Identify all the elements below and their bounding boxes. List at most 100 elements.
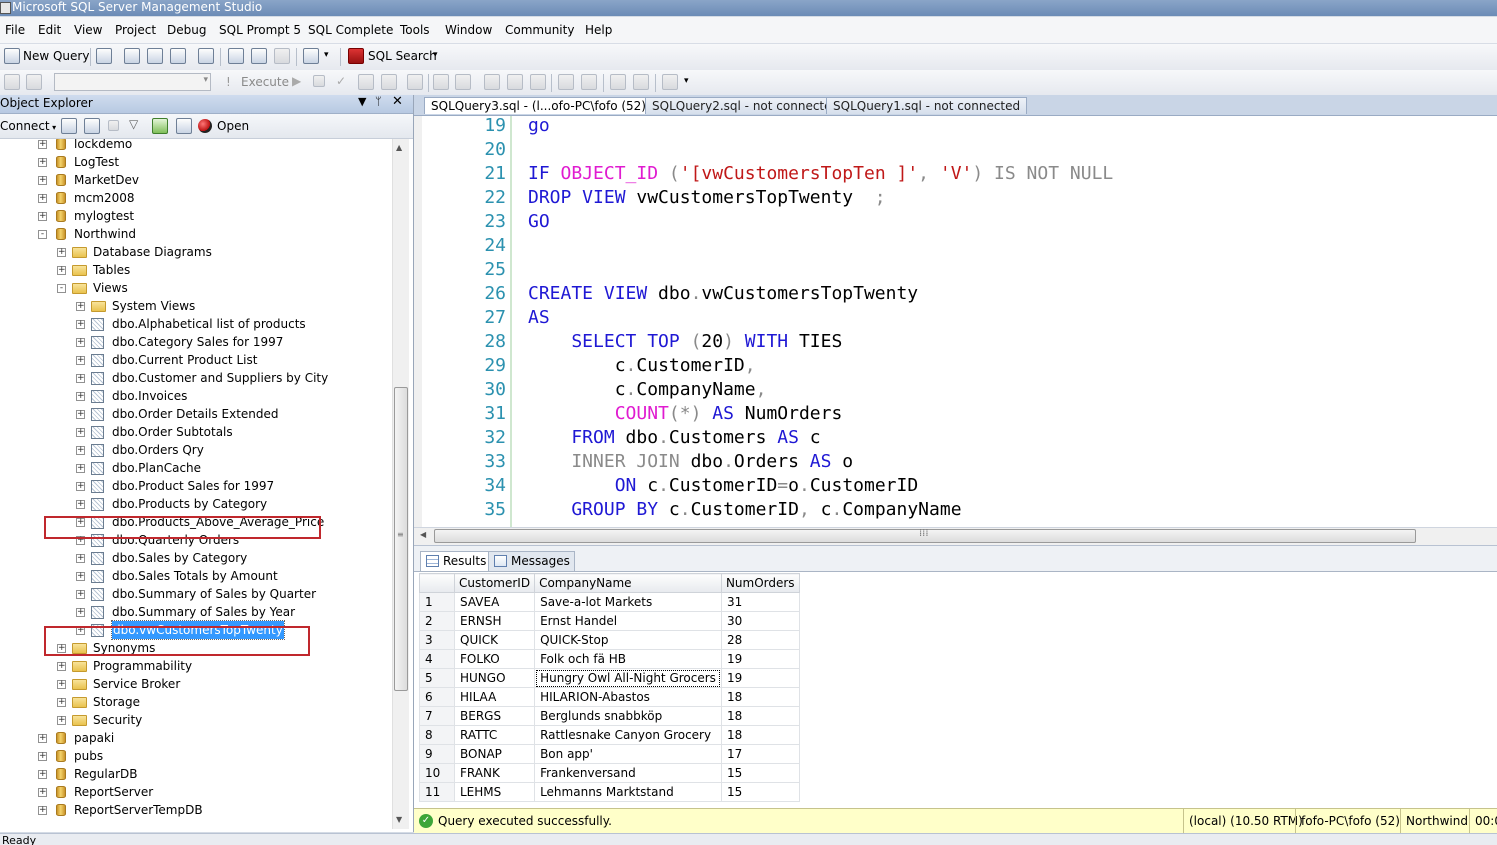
grid-cell[interactable]: 15: [720, 782, 800, 802]
expand-icon[interactable]: +: [76, 482, 85, 491]
scroll-down-icon[interactable]: ▼: [396, 815, 402, 824]
menu-window[interactable]: Window: [445, 23, 492, 37]
row-number-header[interactable]: [419, 573, 455, 593]
expand-icon[interactable]: +: [57, 680, 66, 689]
expand-icon[interactable]: +: [76, 608, 85, 617]
client-statistics-icon[interactable]: [484, 74, 500, 90]
expand-icon[interactable]: +: [76, 320, 85, 329]
menu-debug[interactable]: Debug: [167, 23, 206, 37]
tree-node[interactable]: + dbo.Orders Qry: [0, 441, 390, 459]
dmx-query-icon[interactable]: [170, 48, 186, 64]
sql-search-object-icon[interactable]: [176, 118, 192, 134]
database-engine-query-icon[interactable]: [96, 48, 112, 64]
tree-node[interactable]: + RegularDB: [0, 765, 390, 783]
grid-cell[interactable]: 30: [720, 611, 800, 631]
menu-sql-complete[interactable]: SQL Complete: [308, 23, 393, 37]
expand-icon[interactable]: +: [38, 806, 47, 815]
tree-node[interactable]: + System Views: [0, 297, 390, 315]
grid-cell[interactable]: Berglunds snabbköp: [534, 706, 722, 726]
tree-node[interactable]: - Northwind: [0, 225, 390, 243]
grid-cell[interactable]: BONAP: [453, 744, 536, 764]
tree-node[interactable]: + mylogtest: [0, 207, 390, 225]
menu-project[interactable]: Project: [115, 23, 156, 37]
tree-node[interactable]: + dbo.Order Details Extended: [0, 405, 390, 423]
grid-cell[interactable]: 19: [720, 649, 800, 669]
grid-cell[interactable]: LEHMS: [453, 782, 536, 802]
grid-cell[interactable]: 31: [720, 592, 800, 612]
change-connection-icon[interactable]: [26, 74, 42, 90]
scrollbar-thumb[interactable]: ⁞⁞⁞: [434, 528, 1416, 543]
menu-tools[interactable]: Tools: [400, 23, 430, 37]
grid-cell[interactable]: RATTC: [453, 725, 536, 745]
mdx-query-icon[interactable]: [147, 48, 163, 64]
row-number-cell[interactable]: 3: [419, 630, 455, 650]
grid-cell[interactable]: HILAA: [453, 687, 536, 707]
toolbar-overflow-icon[interactable]: ▾: [433, 50, 438, 60]
row-number-cell[interactable]: 6: [419, 687, 455, 707]
tree-node[interactable]: + dbo.Sales by Category: [0, 549, 390, 567]
tree-node[interactable]: + dbo.PlanCache: [0, 459, 390, 477]
tree-node[interactable]: - Views: [0, 279, 390, 297]
expand-icon[interactable]: +: [57, 716, 66, 725]
pin-icon[interactable]: ᛘ: [375, 95, 382, 108]
grid-cell[interactable]: 18: [720, 687, 800, 707]
menu-edit[interactable]: Edit: [38, 23, 61, 37]
grid-cell[interactable]: Bon app': [534, 744, 722, 764]
row-number-cell[interactable]: 2: [419, 611, 455, 631]
disconnect-icon[interactable]: [84, 118, 100, 134]
grid-cell[interactable]: 28: [720, 630, 800, 650]
column-header[interactable]: CompanyName: [534, 573, 722, 593]
tree-node[interactable]: + papaki: [0, 729, 390, 747]
tree-node[interactable]: + lockdemo: [0, 139, 390, 153]
tree-node[interactable]: + dbo.Summary of Sales by Year: [0, 603, 390, 621]
object-explorer-scrollbar[interactable]: ▲ ≡ ▼: [392, 139, 409, 829]
tree-node[interactable]: + ReportServerTempDB: [0, 801, 390, 819]
tree-node[interactable]: + dbo.Alphabetical list of products: [0, 315, 390, 333]
expand-icon[interactable]: +: [38, 140, 47, 149]
cancel-query-icon[interactable]: [313, 75, 325, 87]
available-databases-dropdown[interactable]: ▾: [54, 73, 211, 91]
grid-cell[interactable]: Rattlesnake Canyon Grocery: [534, 725, 722, 745]
grid-cell[interactable]: HILARION-Abastos: [534, 687, 722, 707]
query-designer-icon[interactable]: [381, 74, 397, 90]
expand-icon[interactable]: +: [38, 734, 47, 743]
tree-node[interactable]: + dbo.Order Subtotals: [0, 423, 390, 441]
connect-icon[interactable]: [4, 74, 20, 90]
grid-cell[interactable]: Ernst Handel: [534, 611, 722, 631]
column-header[interactable]: NumOrders: [720, 573, 800, 593]
expand-icon[interactable]: +: [76, 374, 85, 383]
grid-cell[interactable]: QUICK: [453, 630, 536, 650]
column-header[interactable]: CustomerID: [453, 573, 536, 593]
results-to-grid-icon[interactable]: [530, 74, 546, 90]
tree-node[interactable]: + Tables: [0, 261, 390, 279]
tree-node[interactable]: + Security: [0, 711, 390, 729]
execute-button[interactable]: Execute: [241, 75, 289, 89]
tree-node[interactable]: + Programmability: [0, 657, 390, 675]
menu-file[interactable]: File: [5, 23, 25, 37]
toolbar-overflow-icon[interactable]: ▾: [324, 50, 329, 60]
intellisense-icon[interactable]: [433, 74, 449, 90]
include-plan-icon[interactable]: [455, 74, 471, 90]
row-number-cell[interactable]: 10: [419, 763, 455, 783]
expand-icon[interactable]: +: [38, 788, 47, 797]
expand-icon[interactable]: +: [76, 446, 85, 455]
tree-node[interactable]: + dbo.Current Product List: [0, 351, 390, 369]
panel-menu-icon[interactable]: ▼: [358, 95, 366, 108]
expand-icon[interactable]: +: [76, 410, 85, 419]
menu-sql-prompt[interactable]: SQL Prompt 5: [219, 23, 301, 37]
grid-cell[interactable]: Frankenversand: [534, 763, 722, 783]
tree-node[interactable]: + mcm2008: [0, 189, 390, 207]
expand-icon[interactable]: +: [38, 752, 47, 761]
tree-node[interactable]: + MarketDev: [0, 171, 390, 189]
tab-sqlquery2[interactable]: SQLQuery2.sql - not connected: [645, 97, 847, 114]
new-query-button[interactable]: New Query: [23, 49, 89, 63]
tree-node[interactable]: + LogTest: [0, 153, 390, 171]
row-number-cell[interactable]: 5: [419, 668, 455, 688]
tree-node[interactable]: + dbo.Category Sales for 1997: [0, 333, 390, 351]
scroll-left-icon[interactable]: ◀: [420, 530, 426, 539]
row-number-cell[interactable]: 8: [419, 725, 455, 745]
grid-cell[interactable]: QUICK-Stop: [534, 630, 722, 650]
menu-community[interactable]: Community: [505, 23, 574, 37]
grid-cell[interactable]: Save-a-lot Markets: [534, 592, 722, 612]
grid-cell[interactable]: 18: [720, 706, 800, 726]
